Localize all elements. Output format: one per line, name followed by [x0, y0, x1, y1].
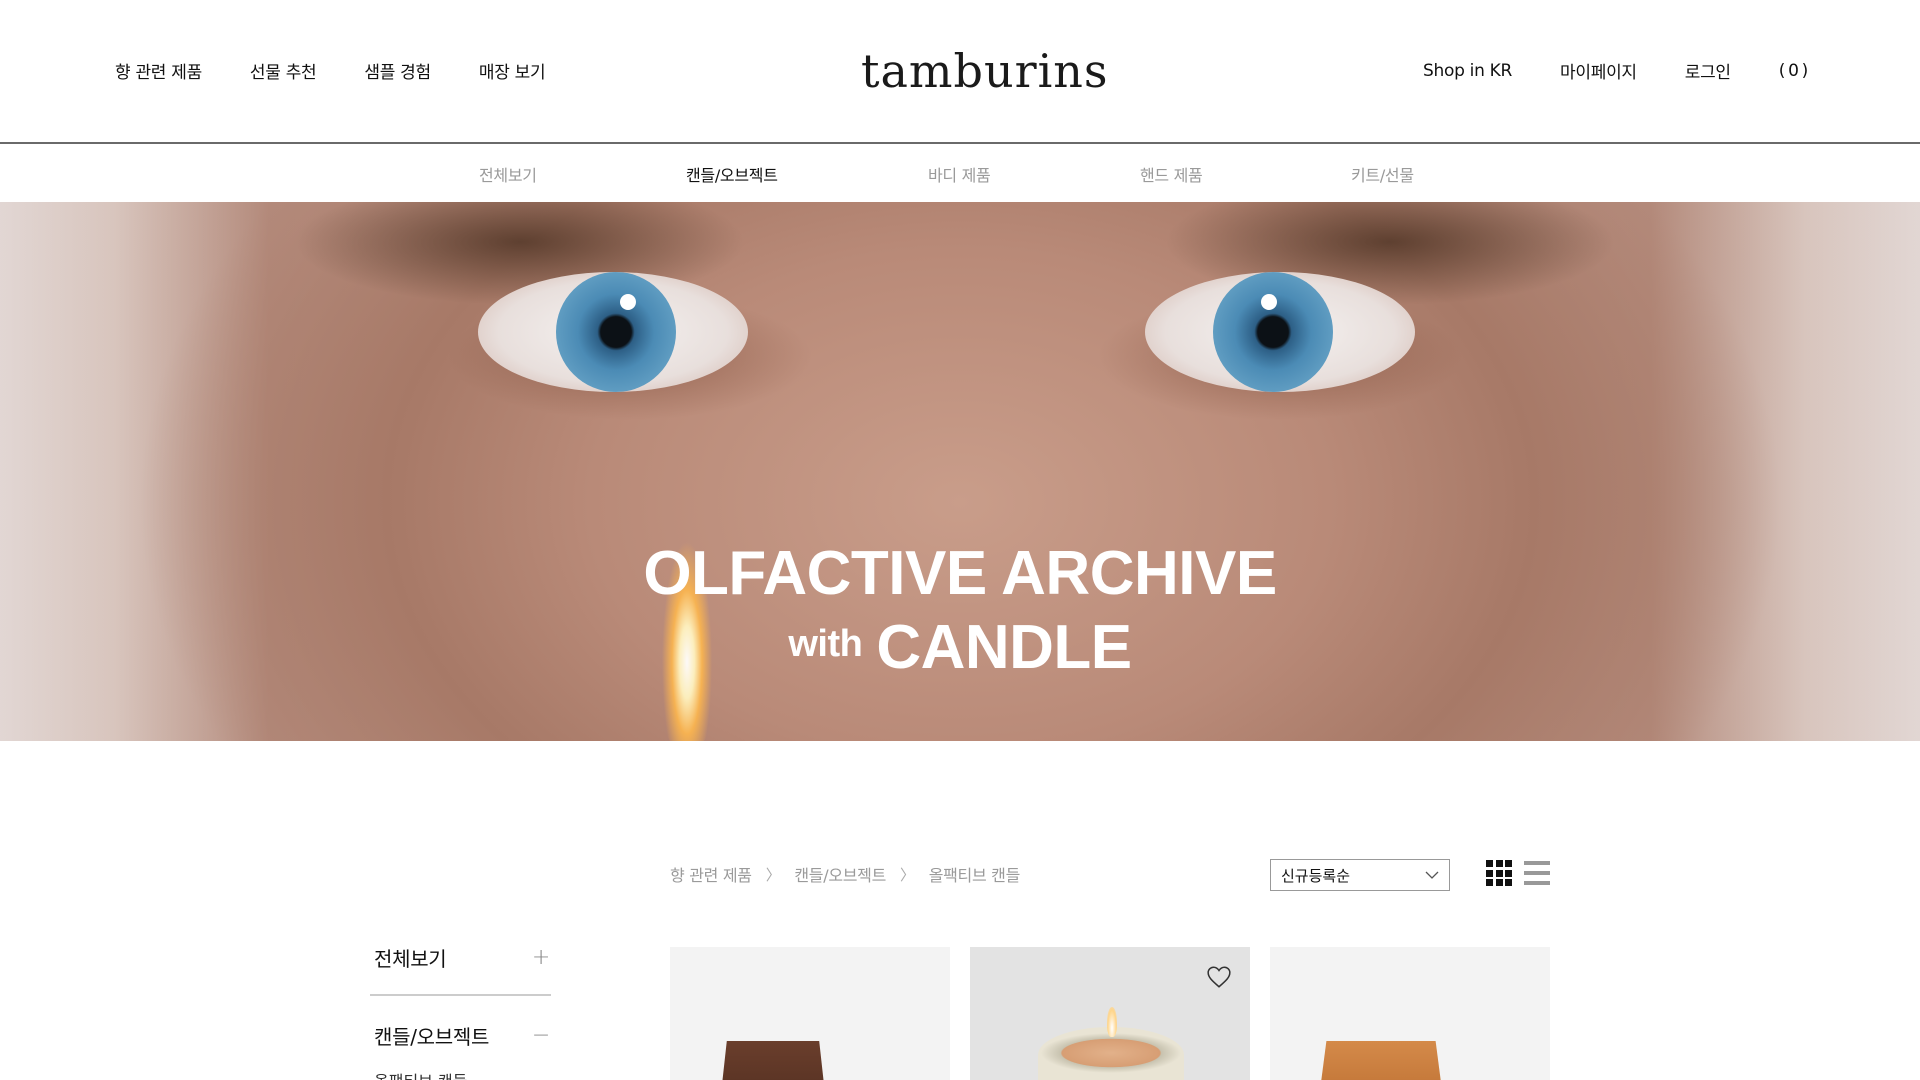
sidebar-item-all[interactable]: 전체보기 +: [374, 943, 550, 972]
breadcrumb: 향 관련 제품 〉 캔들/오브젝트 〉 올팩티브 캔들: [670, 862, 1020, 886]
hero-banner: OLFACTIVE ARCHIVE with CANDLE: [0, 202, 1920, 741]
category-body-products[interactable]: 바디 제품: [928, 162, 991, 186]
sort-selected-value: 신규등록순: [1281, 866, 1351, 885]
hero-right-glint: [1261, 294, 1277, 310]
category-bar: 전체보기 캔들/오브젝트 바디 제품 핸드 제품 키트/선물: [0, 146, 1920, 202]
hero-right-iris: [1213, 272, 1333, 392]
nav-fragrance-products[interactable]: 향 관련 제품: [115, 58, 202, 83]
chevron-down-icon: [1425, 871, 1439, 879]
cart-link[interactable]: ( 0 ): [1778, 60, 1809, 81]
list-view-icon[interactable]: [1524, 861, 1550, 885]
sidebar-subitem-olfactive-candle[interactable]: 올팩티브 캔들: [374, 1068, 467, 1080]
sidebar-item-candles-objects[interactable]: 캔들/오브젝트 −: [374, 1021, 550, 1050]
product-card[interactable]: [1270, 947, 1550, 1080]
category-all[interactable]: 전체보기: [479, 162, 537, 186]
breadcrumb-candles-objects[interactable]: 캔들/오브젝트: [794, 862, 886, 886]
hero-title: OLFACTIVE ARCHIVE with CANDLE: [0, 540, 1920, 684]
candle-flame-icon: [1107, 1007, 1117, 1037]
utility-nav: Shop in KR 마이페이지 로그인 ( 0 ): [1423, 58, 1809, 84]
sidebar-item-label: 캔들/오브젝트: [374, 1025, 490, 1049]
nav-shop-in-kr[interactable]: Shop in KR: [1423, 61, 1512, 81]
hero-title-line2: with CANDLE: [0, 608, 1920, 684]
product-image-brown-box: [718, 1041, 828, 1080]
breadcrumb-olfactive-candle[interactable]: 올팩티브 캔들: [929, 862, 1021, 886]
brand-logo[interactable]: tamburins: [861, 44, 1109, 98]
hero-title-line1: OLFACTIVE ARCHIVE: [643, 539, 1277, 608]
hero-title-candle: CANDLE: [876, 613, 1132, 682]
breadcrumb-separator: 〉: [900, 865, 915, 884]
nav-store-locator[interactable]: 매장 보기: [479, 58, 546, 83]
primary-nav: 향 관련 제품 선물 추천 샘플 경험 매장 보기: [115, 58, 546, 83]
cart-paren-open: (: [1778, 60, 1786, 81]
sidebar-item-label: 전체보기: [374, 947, 447, 971]
category-kit-gift[interactable]: 키트/선물: [1351, 162, 1414, 186]
product-image-orange-box: [1316, 1041, 1446, 1080]
sidebar-divider: [370, 994, 551, 996]
grid-view-icon[interactable]: [1486, 860, 1512, 886]
nav-sample-experience[interactable]: 샘플 경험: [364, 58, 431, 83]
cart-paren-close: ): [1801, 60, 1809, 81]
cart-count: 0: [1788, 60, 1799, 81]
breadcrumb-separator: 〉: [765, 865, 781, 884]
heart-icon[interactable]: [1206, 965, 1232, 989]
collapse-minus-icon[interactable]: −: [532, 1023, 550, 1048]
site-header: 향 관련 제품 선물 추천 샘플 경험 매장 보기 tamburins Shop…: [0, 0, 1920, 144]
hero-right-eye: [1145, 272, 1415, 392]
category-candles-objects[interactable]: 캔들/오브젝트: [686, 162, 778, 186]
breadcrumb-fragrance-products[interactable]: 향 관련 제품: [670, 862, 752, 886]
product-card[interactable]: [970, 947, 1250, 1080]
hero-left-eye: [478, 272, 748, 392]
hero-title-with: with: [788, 623, 863, 665]
sort-select[interactable]: 신규등록순: [1270, 859, 1450, 891]
nav-gift-recommendation[interactable]: 선물 추천: [250, 58, 317, 83]
hero-left-iris: [556, 272, 676, 392]
nav-login[interactable]: 로그인: [1685, 58, 1731, 83]
hero-left-glint: [620, 294, 636, 310]
nav-my-page[interactable]: 마이페이지: [1560, 58, 1637, 83]
product-card[interactable]: [670, 947, 950, 1080]
expand-plus-icon[interactable]: +: [532, 945, 550, 970]
category-hand-products[interactable]: 핸드 제품: [1140, 162, 1203, 186]
